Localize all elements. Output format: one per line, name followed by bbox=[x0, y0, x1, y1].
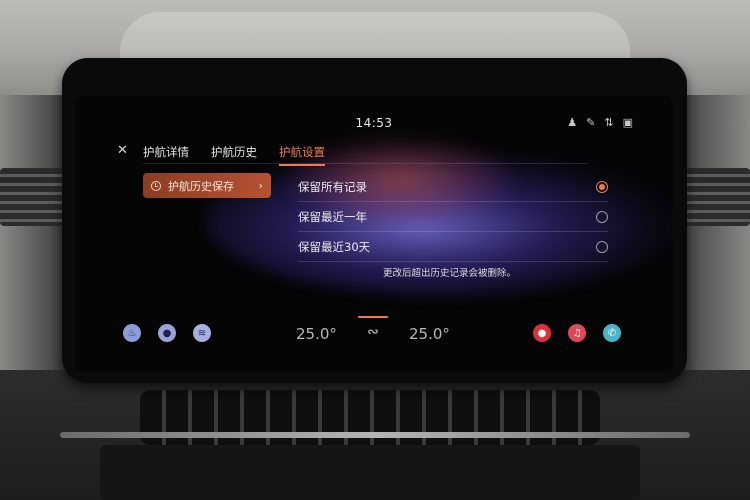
option-last-30-days[interactable]: 保留最近30天 bbox=[298, 232, 608, 262]
navigation-icon[interactable]: ● bbox=[533, 324, 551, 342]
fan-icon[interactable]: ∾ bbox=[358, 316, 388, 344]
music-icon[interactable]: ♫ bbox=[568, 324, 586, 342]
right-temperature[interactable]: 25.0° bbox=[409, 325, 450, 343]
close-icon[interactable]: ✕ bbox=[117, 143, 128, 158]
right-air-vent bbox=[680, 168, 750, 226]
vent-trim bbox=[60, 432, 690, 438]
menu-item-history-save[interactable]: 护航历史保存 › bbox=[143, 173, 271, 198]
tab-divider bbox=[143, 163, 588, 164]
infotainment-screen: 14:53 ♟ ✎ ⇅ ▣ ✕ 护航详情 护航历史 护航设置 护航历史保存 › … bbox=[75, 96, 673, 372]
radio-unselected[interactable] bbox=[596, 240, 608, 253]
left-air-vent bbox=[0, 168, 70, 226]
defrost-icon[interactable]: ≋ bbox=[193, 324, 211, 342]
phone-icon[interactable]: ✆ bbox=[603, 324, 621, 342]
status-icons: ♟ ✎ ⇅ ▣ bbox=[567, 116, 633, 129]
option-last-year[interactable]: 保留最近一年 bbox=[298, 202, 608, 232]
clock-icon bbox=[151, 180, 161, 191]
signal-icon: ▣ bbox=[622, 116, 633, 129]
pen-icon: ✎ bbox=[586, 116, 596, 129]
option-label: 保留最近30天 bbox=[298, 239, 371, 254]
option-label: 保留所有记录 bbox=[298, 179, 367, 194]
seat-heat-icon[interactable]: ♨ bbox=[123, 324, 141, 342]
person-icon: ♟ bbox=[567, 116, 578, 129]
bluetooth-icon: ⇅ bbox=[604, 116, 614, 129]
car-icon[interactable]: ● bbox=[158, 324, 176, 342]
info-note: 更改后超出历史记录会被删除。 bbox=[383, 268, 517, 279]
radio-selected[interactable] bbox=[596, 180, 608, 193]
menu-item-label: 护航历史保存 bbox=[168, 179, 234, 193]
chevron-right-icon: › bbox=[258, 179, 263, 192]
radio-unselected[interactable] bbox=[596, 210, 608, 223]
retention-options: 保留所有记录 保留最近一年 保留最近30天 bbox=[298, 172, 608, 262]
lower-console bbox=[100, 445, 640, 500]
left-temperature[interactable]: 25.0° bbox=[296, 325, 337, 343]
option-label: 保留最近一年 bbox=[298, 209, 367, 224]
option-all-records[interactable]: 保留所有记录 bbox=[298, 172, 608, 202]
